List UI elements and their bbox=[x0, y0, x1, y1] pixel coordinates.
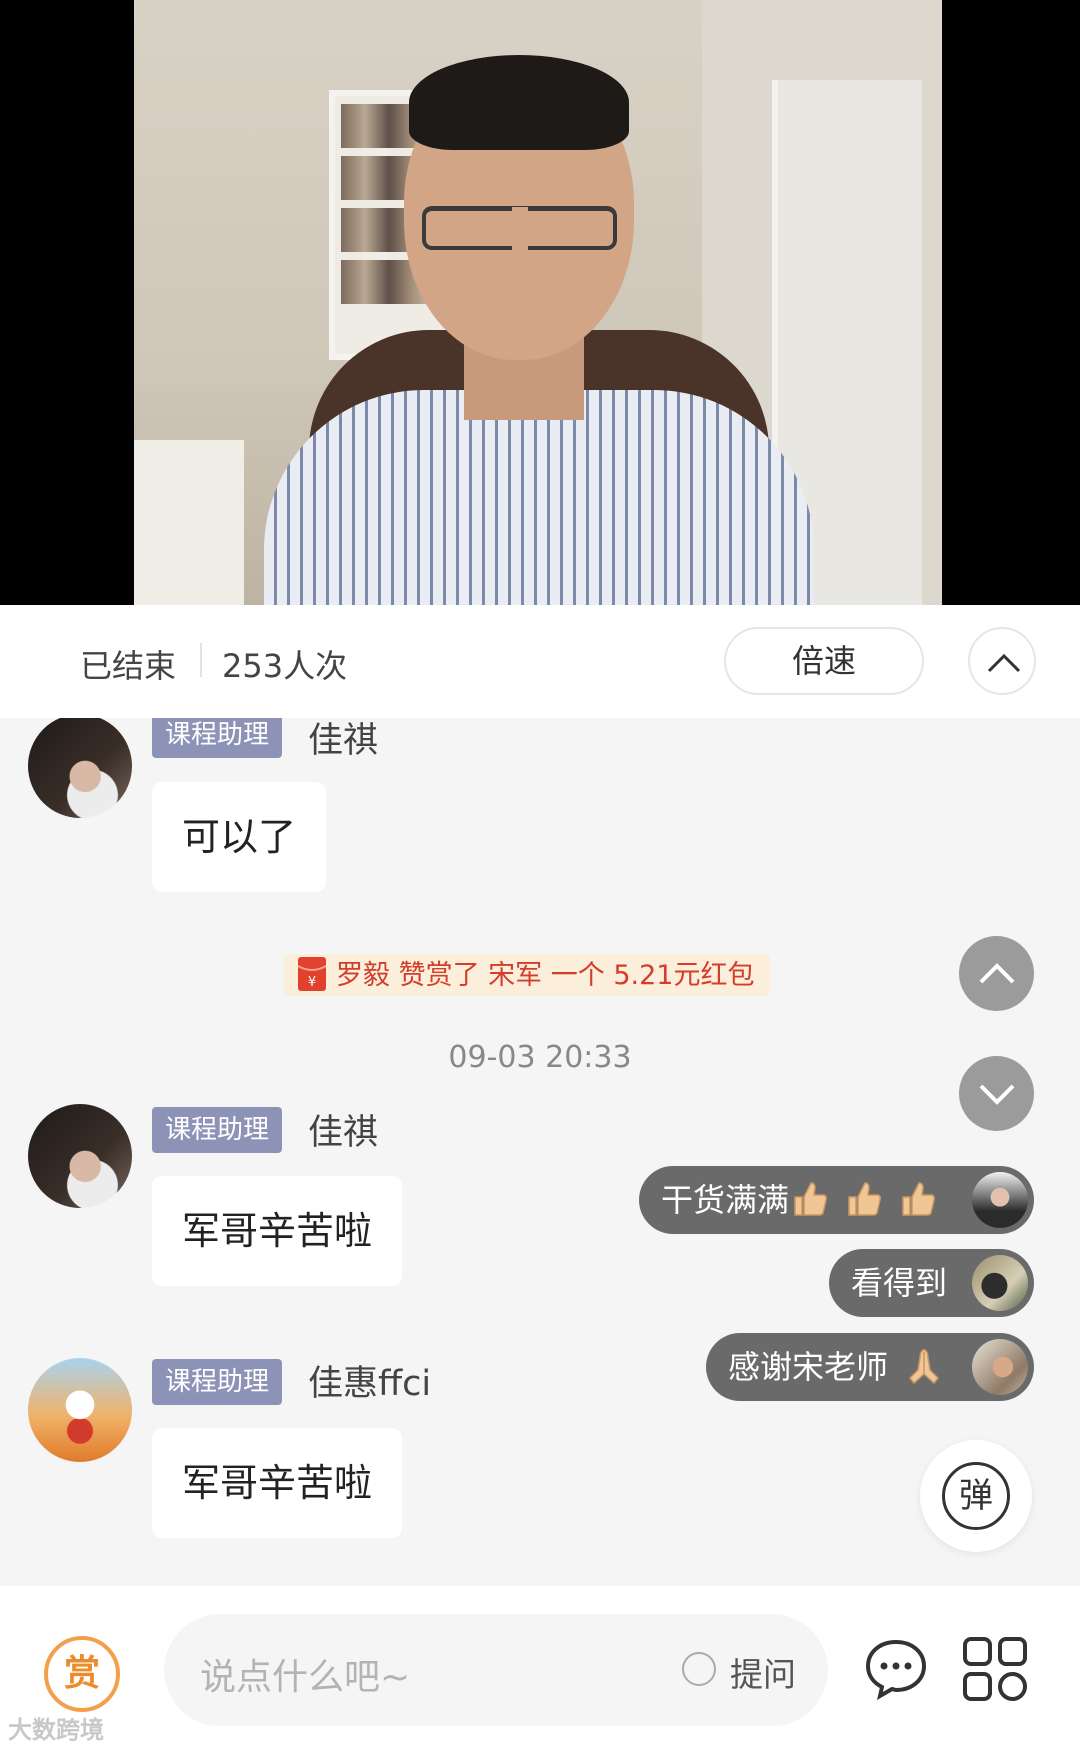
danmu-toggle-button[interactable]: 弹 bbox=[920, 1440, 1032, 1552]
message-bubble[interactable]: 可以了 bbox=[152, 782, 327, 892]
danmu-item[interactable]: 感谢宋老师 bbox=[706, 1333, 1034, 1401]
user-name: 佳祺 bbox=[308, 721, 379, 761]
danmu-item[interactable]: 干货满满 bbox=[639, 1166, 1034, 1234]
message-bubble[interactable]: 军哥辛苦啦 bbox=[152, 1428, 403, 1538]
chevron-down-icon bbox=[979, 1084, 1015, 1105]
viewer-count: 253人次 bbox=[222, 647, 348, 685]
role-badge: 课程助理 bbox=[152, 1359, 283, 1405]
input-placeholder: 说点什么吧~ bbox=[200, 1657, 411, 1698]
role-badge: 课程助理 bbox=[152, 1107, 283, 1153]
chevron-up-icon bbox=[979, 963, 1015, 984]
avatar[interactable] bbox=[28, 1358, 132, 1462]
danmu-text: 感谢宋老师 bbox=[728, 1348, 889, 1386]
redpacket-text: 罗毅 赞赏了 宋军 一个 5.21元红包 bbox=[336, 959, 755, 991]
role-badge: 课程助理 bbox=[152, 718, 283, 758]
danmu-avatar bbox=[972, 1255, 1028, 1311]
danmu-toggle-label: 弹 bbox=[942, 1462, 1010, 1530]
collapse-button[interactable] bbox=[968, 627, 1036, 695]
thumbs-up-icon bbox=[794, 1182, 828, 1216]
message-bubble[interactable]: 军哥辛苦啦 bbox=[152, 1176, 403, 1286]
red-envelope-icon: ¥ bbox=[297, 956, 327, 991]
live-status-bar: 已结束 253人次 倍速 bbox=[0, 605, 1080, 1275]
chat-list[interactable]: 课程助理 佳祺 可以了 ¥ 罗毅 赞赏了 宋军 一个 5.21元红包 09-03… bbox=[0, 718, 1080, 1586]
apps-grid-icon[interactable] bbox=[962, 1636, 1028, 1702]
chevron-up-icon bbox=[987, 653, 1021, 673]
bottom-bar: 赏 说点什么吧~ 提问 大数跨境 bbox=[0, 1586, 1080, 1750]
comment-input[interactable]: 说点什么吧~ 提问 bbox=[164, 1614, 828, 1726]
danmu-item[interactable]: 看得到 bbox=[829, 1249, 1034, 1317]
video-speaker-glasses bbox=[422, 206, 617, 251]
video-frame bbox=[134, 0, 942, 605]
avatar[interactable] bbox=[28, 718, 132, 818]
danmu-text: 看得到 bbox=[851, 1264, 948, 1302]
scroll-up-button[interactable] bbox=[959, 936, 1034, 1011]
playback-speed-button[interactable]: 倍速 bbox=[724, 627, 924, 695]
live-state: 已结束 bbox=[80, 647, 177, 685]
message-timestamp: 09-03 20:33 bbox=[448, 1040, 632, 1075]
user-name: 佳祺 bbox=[308, 1113, 379, 1153]
ask-question-radio[interactable] bbox=[682, 1652, 716, 1686]
reward-button[interactable]: 赏 bbox=[44, 1636, 120, 1712]
avatar[interactable] bbox=[28, 1104, 132, 1208]
scroll-down-button[interactable] bbox=[959, 1056, 1034, 1131]
user-name: 佳惠ffci bbox=[308, 1364, 432, 1404]
danmu-avatar bbox=[972, 1172, 1028, 1228]
video-speaker-shirt bbox=[264, 390, 814, 605]
watermark: 大数跨境 bbox=[8, 1716, 104, 1744]
praying-hands-icon bbox=[909, 1349, 940, 1385]
video-cabinet bbox=[134, 440, 244, 605]
svg-text:¥: ¥ bbox=[308, 975, 316, 990]
thumbs-up-icon bbox=[848, 1182, 882, 1216]
danmu-text: 干货满满 bbox=[661, 1181, 790, 1219]
chat-bubble-icon[interactable] bbox=[864, 1638, 928, 1700]
divider bbox=[200, 643, 202, 677]
danmu-avatar bbox=[972, 1339, 1028, 1395]
ask-question-label[interactable]: 提问 bbox=[730, 1648, 796, 1696]
thumbs-up-icon bbox=[902, 1182, 936, 1216]
redpacket-notice: ¥ 罗毅 赞赏了 宋军 一个 5.21元红包 bbox=[284, 954, 771, 996]
video-player[interactable] bbox=[0, 0, 1080, 605]
video-speaker-hair bbox=[409, 55, 629, 150]
